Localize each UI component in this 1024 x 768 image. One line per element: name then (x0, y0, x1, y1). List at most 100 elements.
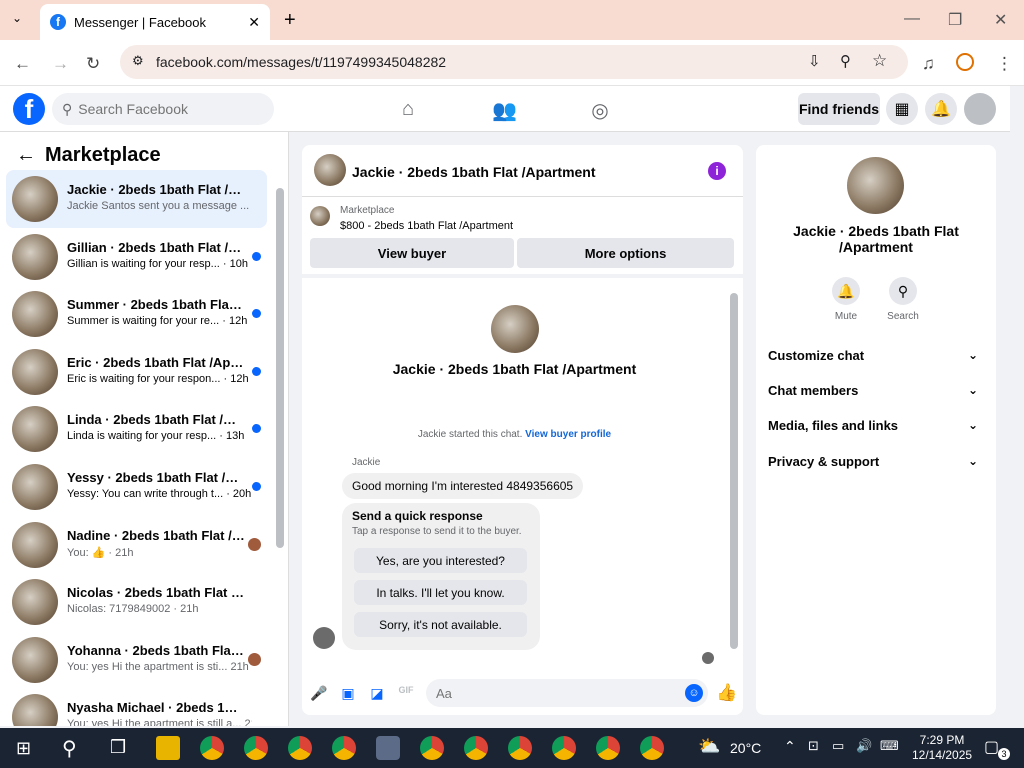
conversation-name: Linda · 2beds 1bath Flat /Apar... (67, 412, 245, 428)
find-friends-button[interactable]: Find friends (798, 93, 880, 125)
gif-icon[interactable]: GIF (397, 685, 415, 703)
keyboard-icon[interactable]: ⌨ (880, 738, 899, 754)
view-buyer-profile-link[interactable]: View buyer profile (525, 429, 611, 440)
media-files-section[interactable]: Media, files and links ⌄ (768, 418, 984, 433)
site-info-icon[interactable]: ⚙ (132, 53, 144, 69)
clock[interactable]: 7:29 PM 12/14/2025 (912, 733, 972, 763)
chat-title[interactable]: Jackie · 2beds 1bath Flat /Apartment (352, 164, 596, 180)
bookmark-star-icon[interactable]: ☆ (872, 51, 887, 71)
zoom-icon[interactable]: ⚲ (840, 52, 851, 70)
privacy-support-section[interactable]: Privacy & support ⌄ (768, 454, 984, 469)
reload-icon[interactable]: ↻ (86, 54, 100, 74)
friends-icon[interactable]: 👥 (492, 98, 517, 122)
conversation-item[interactable]: Nicolas · 2beds 1bath Flat /Apar... Nicol… (6, 573, 267, 631)
chrome-icon[interactable] (508, 736, 532, 760)
conversation-item[interactable]: Nyasha Michael · 2beds 1bath Fl... You: y… (6, 688, 267, 726)
restore-icon[interactable]: ❐ (948, 10, 962, 30)
chrome-icon[interactable] (200, 736, 224, 760)
search-icon[interactable]: ⚲ (62, 736, 77, 761)
sidebar-scrollbar[interactable] (276, 188, 284, 548)
media-control-icon[interactable]: ♫ (922, 54, 935, 74)
photo-icon[interactable]: ▣ (339, 685, 357, 703)
search-input[interactable] (78, 101, 259, 117)
camera-icon[interactable]: ⊡ (808, 738, 819, 754)
chrome-icon[interactable] (596, 736, 620, 760)
sticker-icon[interactable]: ◪ (368, 685, 386, 703)
conversation-item[interactable]: Jackie · 2beds 1bath Flat /Apart... Jacki… (6, 170, 267, 228)
message-input[interactable] (426, 679, 708, 707)
url-field[interactable]: ⚙ facebook.com/messages/t/11974993450482… (120, 45, 908, 79)
volume-icon[interactable]: 🔊 (856, 738, 872, 754)
menu-kebab-icon[interactable]: ⋮ (996, 54, 1013, 74)
chrome-icon[interactable] (244, 736, 268, 760)
chrome-icon[interactable] (420, 736, 444, 760)
seen-indicator-avatar (702, 652, 714, 664)
back-arrow-icon[interactable]: ← (16, 144, 36, 167)
chrome-icon[interactable] (640, 736, 664, 760)
conversation-item[interactable]: Eric · 2beds 1bath Flat /Apart... Eric is… (6, 343, 267, 401)
notifications-icon[interactable]: 🔔 (925, 93, 957, 125)
network-icon[interactable]: ▭ (832, 738, 844, 754)
chevron-down-icon: ⌄ (967, 383, 978, 397)
conversation-avatar (12, 464, 58, 510)
chat-scrollbar[interactable] (730, 293, 738, 649)
chrome-icon[interactable] (332, 736, 356, 760)
quick-reply-sorry-button[interactable]: Sorry, it's not available. (354, 612, 527, 637)
chrome-icon[interactable] (288, 736, 312, 760)
chevron-down-icon: ⌄ (967, 418, 978, 432)
menu-grid-icon[interactable]: ▦ (886, 93, 918, 125)
file-explorer-icon[interactable] (156, 736, 180, 760)
account-avatar[interactable] (964, 93, 996, 125)
emoji-icon[interactable]: ☺ (685, 684, 703, 702)
bell-icon: 🔔 (832, 277, 860, 305)
chrome-icon[interactable] (464, 736, 488, 760)
customize-chat-section[interactable]: Customize chat ⌄ (768, 348, 984, 363)
active-app-icon[interactable] (376, 736, 400, 760)
windows-start-icon[interactable]: ⊞ (16, 738, 31, 759)
show-hidden-icons-icon[interactable]: ⌃ (784, 738, 796, 755)
more-options-button[interactable]: More options (517, 238, 734, 268)
info-icon[interactable]: i (708, 162, 726, 180)
conversation-preview: You: yes Hi the apartment is sti... 21h (67, 660, 249, 673)
task-view-icon[interactable]: ❒ (110, 737, 126, 758)
tab-list-icon[interactable]: ⌄ (12, 11, 22, 25)
groups-icon[interactable]: ◎ (588, 98, 612, 122)
profile-icon[interactable] (956, 53, 974, 71)
back-icon[interactable]: ← (14, 54, 31, 74)
minimize-icon[interactable]: — (904, 10, 920, 28)
mute-button[interactable]: 🔔 Mute (826, 277, 866, 322)
conversation-preview: You: 👍 · 21h (67, 546, 134, 559)
facebook-logo-icon[interactable]: f (13, 93, 45, 125)
listing-title[interactable]: $800 - 2beds 1bath Flat /Apartment (340, 220, 513, 232)
install-app-icon[interactable]: ⇩ (808, 52, 821, 70)
microphone-icon[interactable]: 🎤 (310, 685, 328, 703)
quick-reply-yes-button[interactable]: Yes, are you interested? (354, 548, 527, 573)
conversation-preview: Eric is waiting for your respon... · 12h (67, 372, 249, 385)
conversation-item[interactable]: Nadine · 2beds 1bath Flat /Ap... You: 👍 ·… (6, 516, 267, 574)
new-tab-icon[interactable]: + (284, 9, 296, 32)
chat-members-section[interactable]: Chat members ⌄ (768, 383, 984, 398)
chrome-icon[interactable] (552, 736, 576, 760)
conversation-item[interactable]: Gillian · 2beds 1bath Flat /Apa... Gillia… (6, 228, 267, 286)
chat-avatar[interactable] (314, 154, 346, 186)
view-buyer-button[interactable]: View buyer (310, 238, 514, 268)
windows-taskbar: ⊞ ⚲ ❒ ⛅ 20°C ⌃ ⊡ ▭ 🔊 ⌨ 7:29 PM 12/14/202… (0, 728, 1024, 768)
conversation-item[interactable]: Summer · 2beds 1bath Flat /A... Summer is… (6, 285, 267, 343)
notification-center-icon[interactable]: ▢ (984, 737, 999, 757)
conversation-item[interactable]: Linda · 2beds 1bath Flat /Apar... Linda i… (6, 400, 267, 458)
search-chat-button[interactable]: ⚲ Search (883, 277, 923, 322)
conversation-preview: Linda is waiting for your resp... · 13h (67, 430, 245, 443)
conversation-item[interactable]: Yessy · 2beds 1bath Flat /Apar... Yessy: … (6, 458, 267, 516)
forward-icon[interactable]: → (52, 54, 69, 74)
unread-dot (252, 309, 261, 319)
thumbs-up-icon[interactable]: 👍 (716, 683, 737, 702)
quick-reply-talks-button[interactable]: In talks. I'll let you know. (354, 580, 527, 605)
home-icon[interactable]: ⌂ (396, 98, 420, 122)
browser-tab[interactable]: f Messenger | Facebook ✕ (40, 4, 270, 40)
temperature[interactable]: 20°C (730, 740, 761, 756)
conversation-item[interactable]: Yohanna · 2beds 1bath Flat /A... You: yes… (6, 631, 267, 689)
search-box[interactable]: ⚲ (52, 93, 274, 125)
close-tab-icon[interactable]: ✕ (248, 14, 260, 31)
close-window-icon[interactable]: ✕ (994, 10, 1007, 30)
weather-icon[interactable]: ⛅ (698, 736, 720, 757)
